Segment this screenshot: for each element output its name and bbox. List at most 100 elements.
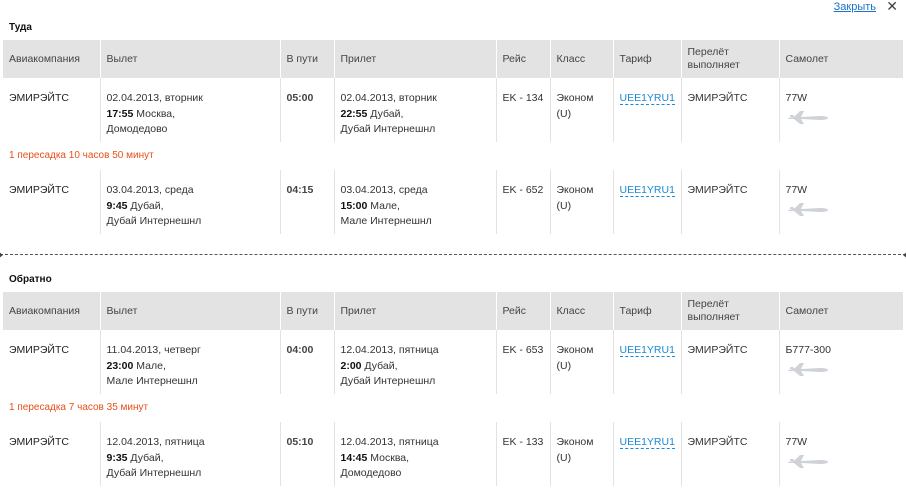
departure-cell: 12.04.2013, пятница 9:35 Дубай, Дубай Ин…: [100, 422, 281, 486]
airline-cell: ЭМИРЭЙТС: [3, 422, 101, 486]
arrival-city: Мале,: [367, 199, 400, 212]
operator-cell: ЭМИРЭЙТС: [681, 170, 780, 234]
departure-city: Дубай,: [127, 199, 164, 212]
departure-airport: Дубай Интернешнл: [106, 467, 202, 479]
arrival-city: Дубай,: [367, 107, 404, 120]
airline-cell: ЭМИРЭЙТС: [3, 330, 101, 394]
col-header-fare: Тариф: [613, 292, 682, 330]
fare-link[interactable]: UEE1YRU1: [619, 184, 675, 197]
segment-row: ЭМИРЭЙТС 03.04.2013, среда 9:45 Дубай, Д…: [3, 170, 903, 234]
transfer-info: 1 пересадка 7 часов 35 минут: [9, 402, 149, 414]
table-header: Авиакомпания Вылет В пути Прилет Рейс Кл…: [3, 292, 903, 330]
arrival-cell: 02.04.2013, вторник 22:55 Дубай, Дубай И…: [334, 78, 497, 142]
divider-left-marker: [0, 251, 3, 259]
class-name: Эконом: [556, 184, 594, 196]
aircraft-type: 77W: [785, 92, 808, 104]
departure-time: 9:45: [106, 199, 128, 212]
fare-link[interactable]: UEE1YRU1: [619, 344, 675, 357]
arrival-time: 22:55: [340, 107, 368, 120]
duration-cell: 04:00: [280, 330, 335, 394]
operator-cell: ЭМИРЭЙТС: [681, 330, 780, 394]
col-header-aircraft: Самолет: [779, 40, 903, 78]
col-header-class: Класс: [550, 292, 614, 330]
arrival-city: Дубай,: [361, 359, 398, 372]
class-code: (U): [556, 199, 572, 212]
departure-airport: Дубай Интернешнл: [106, 215, 202, 227]
aircraft-cell: 77W: [779, 422, 903, 486]
departure-date: 02.04.2013, вторник: [106, 92, 203, 104]
departure-date: 03.04.2013, среда: [106, 184, 194, 196]
fare-cell: UEE1YRU1: [613, 422, 682, 486]
arrival-airport: Дубай Интернешнл: [340, 375, 436, 387]
operator-cell: ЭМИРЭЙТС: [681, 78, 780, 142]
airplane-icon: [787, 362, 828, 376]
departure-time: 9:35: [106, 451, 128, 464]
transfer-row: 1 пересадка 7 часов 35 минут: [3, 394, 903, 422]
col-header-operator: Перелёт выполняет: [681, 292, 780, 330]
col-header-duration: В пути: [280, 292, 335, 330]
section-title-return: Обратно: [9, 274, 52, 285]
duration-cell: 05:00: [280, 78, 335, 142]
arrival-airport: Мале Интернешнл: [340, 215, 432, 227]
class-name: Эконом: [556, 92, 594, 104]
aircraft-type: 77W: [785, 436, 808, 448]
section-title-outbound: Туда: [9, 22, 32, 33]
transfer-info: 1 пересадка 10 часов 50 минут: [9, 150, 154, 162]
aircraft-cell: 77W: [779, 170, 903, 234]
departure-airport: Мале Интернешнл: [106, 375, 198, 387]
col-header-flight: Рейс: [496, 292, 551, 330]
col-header-departure: Вылет: [100, 292, 281, 330]
section-divider: [0, 251, 906, 259]
arrival-airport: Дубай Интернешнл: [340, 123, 436, 135]
table-header: Авиакомпания Вылет В пути Прилет Рейс Кл…: [3, 40, 903, 78]
departure-city: Москва,: [133, 107, 176, 120]
segment-row: ЭМИРЭЙТС 12.04.2013, пятница 9:35 Дубай,…: [3, 422, 903, 486]
arrival-city: Москва,: [367, 451, 410, 464]
flight-number-cell: EK - 652: [496, 170, 551, 234]
col-header-aircraft: Самолет: [779, 292, 903, 330]
fare-link[interactable]: UEE1YRU1: [619, 92, 675, 105]
airplane-icon: [787, 202, 828, 216]
col-header-operator: Перелёт выполняет: [681, 40, 780, 78]
arrival-cell: 12.04.2013, пятница 2:00 Дубай, Дубай Ин…: [334, 330, 497, 394]
arrival-date: 02.04.2013, вторник: [340, 92, 437, 104]
airplane-icon: [787, 110, 828, 124]
col-header-airline: Авиакомпания: [3, 292, 101, 330]
airline-cell: ЭМИРЭЙТС: [3, 78, 101, 142]
arrival-time: 14:45: [340, 451, 368, 464]
col-header-duration: В пути: [280, 40, 335, 78]
close-link[interactable]: Закрыть: [834, 1, 876, 13]
col-header-fare: Тариф: [613, 40, 682, 78]
class-code: (U): [556, 107, 572, 120]
arrival-time: 15:00: [340, 199, 368, 212]
transfer-row: 1 пересадка 10 часов 50 минут: [3, 142, 903, 170]
fare-cell: UEE1YRU1: [613, 170, 682, 234]
arrival-airport: Домодедово: [340, 467, 402, 479]
col-header-arrival: Прилет: [334, 40, 497, 78]
arrival-cell: 12.04.2013, пятница 14:45 Москва, Домоде…: [334, 422, 497, 486]
departure-city: Мале,: [133, 359, 166, 372]
flights-table-outbound: Авиакомпания Вылет В пути Прилет Рейс Кл…: [3, 40, 903, 234]
departure-cell: 02.04.2013, вторник 17:55 Москва, Домоде…: [100, 78, 281, 142]
segment-row: ЭМИРЭЙТС 02.04.2013, вторник 17:55 Москв…: [3, 78, 903, 142]
class-cell: Эконом (U): [550, 330, 614, 394]
fare-cell: UEE1YRU1: [613, 78, 682, 142]
fare-link[interactable]: UEE1YRU1: [619, 436, 675, 449]
close-icon[interactable]: ✕: [886, 0, 898, 15]
fare-cell: UEE1YRU1: [613, 330, 682, 394]
class-cell: Эконом (U): [550, 170, 614, 234]
class-name: Эконом: [556, 344, 594, 356]
top-bar: Закрыть ✕: [0, 0, 906, 15]
departure-date: 11.04.2013, четверг: [106, 344, 201, 356]
flight-number-cell: EK - 653: [496, 330, 551, 394]
col-header-airline: Авиакомпания: [3, 40, 101, 78]
class-name: Эконом: [556, 436, 594, 448]
departure-time: 17:55: [106, 107, 134, 120]
departure-cell: 03.04.2013, среда 9:45 Дубай, Дубай Инте…: [100, 170, 281, 234]
operator-cell: ЭМИРЭЙТС: [681, 422, 780, 486]
col-header-departure: Вылет: [100, 40, 281, 78]
departure-city: Дубай,: [127, 451, 164, 464]
departure-cell: 11.04.2013, четверг 23:00 Мале, Мале Инт…: [100, 330, 281, 394]
aircraft-cell: 77W: [779, 78, 903, 142]
col-header-class: Класс: [550, 40, 614, 78]
